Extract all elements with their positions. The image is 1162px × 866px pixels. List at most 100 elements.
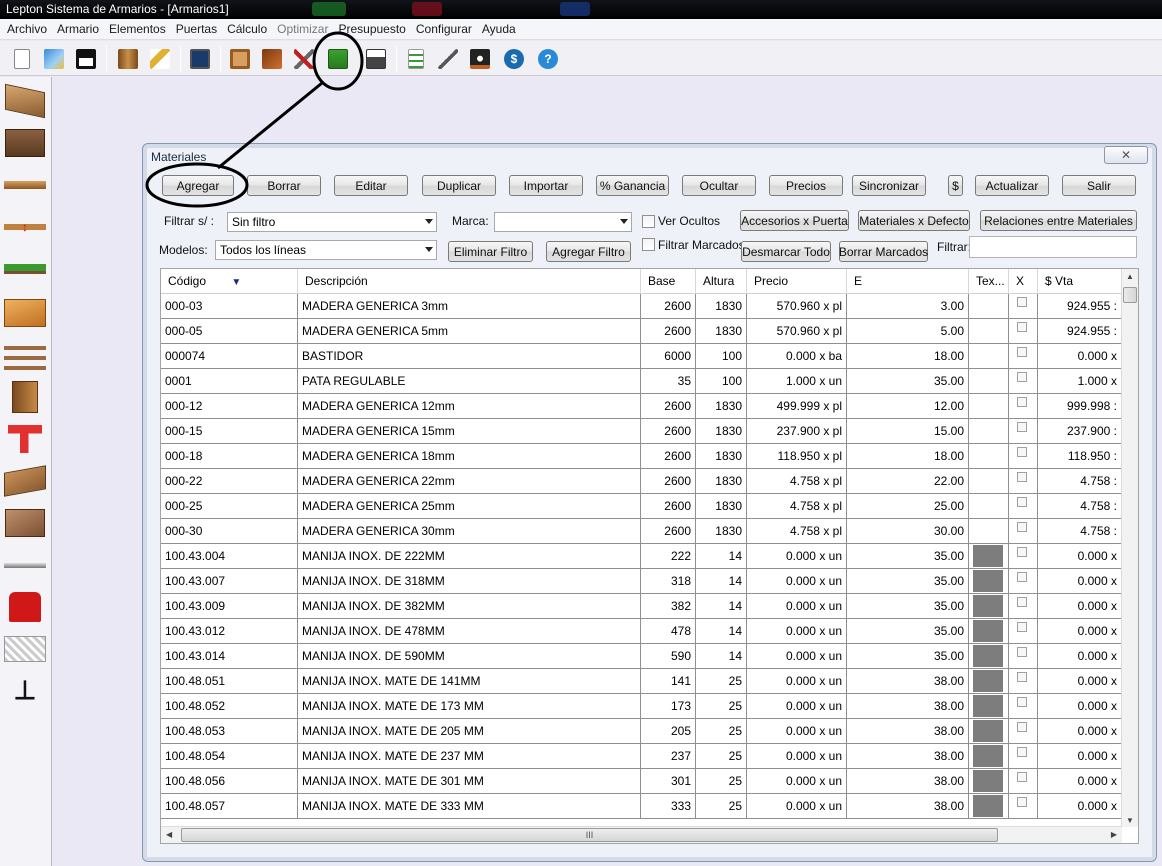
panels-icon[interactable] [258,45,286,73]
table-row[interactable]: 100.43.007 MANIJA INOX. DE 318MM 318 14 0.00… [161,569,1122,594]
save-icon[interactable] [72,45,100,73]
row-mark-checkbox[interactable] [1017,747,1027,757]
filtrar-marcados-checkbox[interactable] [642,238,655,251]
vertical-scrollbar[interactable]: ▲ ▼ [1121,269,1138,827]
cabinet-top-icon[interactable] [3,83,47,119]
table-row[interactable]: 100.43.014 MANIJA INOX. DE 590MM 590 14 0.00… [161,644,1122,669]
ocultar-button[interactable]: Ocultar [682,175,756,196]
row-mark-checkbox[interactable] [1017,472,1027,482]
table-row[interactable]: 000-25 MADERA GENERICA 25mm 2600 1830 4.758 … [161,494,1122,519]
sincronizar-button[interactable]: Sincronizar [852,175,926,196]
row-mark-checkbox[interactable] [1017,347,1027,357]
table-row[interactable]: 100.43.009 MANIJA INOX. DE 382MM 382 14 0.00… [161,594,1122,619]
scroll-up-icon[interactable]: ▲ [1126,272,1134,281]
table-row[interactable]: 000-05 MADERA GENERICA 5mm 2600 1830 570.960… [161,319,1122,344]
borrar-button[interactable]: Borrar [247,175,321,196]
row-mark-checkbox[interactable] [1017,322,1027,332]
row-mark-checkbox[interactable] [1017,797,1027,807]
table-row[interactable]: 100.48.054 MANIJA INOX. MATE DE 237 MM 237… [161,744,1122,769]
scroll-left-icon[interactable]: ◀ [166,830,172,839]
menu-presupuesto[interactable]: Presupuesto [333,22,410,36]
filtrar-combo[interactable]: Sin filtro [227,212,437,232]
duplicar-button[interactable]: Duplicar [422,175,496,196]
shirt-icon[interactable] [3,589,47,625]
agregar-button[interactable]: Agregar [162,175,234,196]
eliminar-filtro-button[interactable]: Eliminar Filtro [448,241,533,262]
table-row[interactable]: 000-22 MADERA GENERICA 22mm 2600 1830 4.758 … [161,469,1122,494]
table-row[interactable]: 100.48.056 MANIJA INOX. MATE DE 301 MM 301… [161,769,1122,794]
table-row[interactable]: 100.48.057 MANIJA INOX. MATE DE 333 MM 333… [161,794,1122,819]
stacked-shelves-icon[interactable] [3,337,47,373]
new-document-icon[interactable] [8,45,36,73]
door-panel-icon[interactable] [3,295,47,331]
relaciones-button[interactable]: Relaciones entre Materiales [980,210,1137,231]
table-row[interactable]: 100.43.004 MANIJA INOX. DE 222MM 222 14 0.00… [161,544,1122,569]
table-row[interactable]: 100.48.051 MANIJA INOX. MATE DE 141MM 141 2… [161,669,1122,694]
scroll-down-icon[interactable]: ▼ [1126,816,1134,825]
row-mark-checkbox[interactable] [1017,647,1027,657]
row-mark-checkbox[interactable] [1017,672,1027,682]
row-mark-checkbox[interactable] [1017,622,1027,632]
table-row[interactable]: 000-03 MADERA GENERICA 3mm 2600 1830 570.960… [161,294,1122,319]
borrar-marcados-button[interactable]: Borrar Marcados [839,241,928,262]
row-mark-checkbox[interactable] [1017,597,1027,607]
list-icon[interactable] [402,45,430,73]
col-vta-header[interactable]: $ Vta [1038,269,1122,294]
monitor-icon[interactable] [186,45,214,73]
frame-icon[interactable] [226,45,254,73]
ganancia-button[interactable]: % Ganancia [596,175,669,196]
menu-calculo[interactable]: Cálculo [222,22,272,36]
table-row[interactable]: 000-12 MADERA GENERICA 12mm 2600 1830 499.99… [161,394,1122,419]
scroll-right-icon[interactable]: ▶ [1111,830,1117,839]
row-mark-checkbox[interactable] [1017,522,1027,532]
close-button[interactable]: ✕ [1104,146,1148,164]
ver-ocultos-checkbox[interactable] [642,215,655,228]
height-arrows-icon[interactable]: ↕ [3,209,47,245]
horizontal-scrollbar[interactable]: ◀ III ▶ [161,826,1122,843]
col-altura-header[interactable]: Altura [696,269,747,294]
col-e-header[interactable]: E [847,269,969,294]
vertical-scroll-thumb[interactable] [1123,287,1137,303]
horizontal-scroll-thumb[interactable]: III [181,828,998,842]
col-base-header[interactable]: Base [641,269,696,294]
accesorios-button[interactable]: Accesorios x Puerta [740,210,849,231]
side-panel-icon[interactable] [3,379,47,415]
row-mark-checkbox[interactable] [1017,422,1027,432]
importar-button[interactable]: Importar [509,175,583,196]
modelos-combo[interactable]: Todos los líneas [215,240,437,260]
table-row[interactable]: 000-30 MADERA GENERICA 30mm 2600 1830 4.758 … [161,519,1122,544]
rod-icon[interactable] [3,547,47,583]
edge-band-icon[interactable] [466,45,494,73]
drawer-box-icon[interactable] [3,125,47,161]
table-row[interactable]: 000074 BASTIDOR 6000 100 0.000 x ba 18.00 0.00… [161,344,1122,369]
menu-configurar[interactable]: Configurar [411,22,477,36]
menu-ayuda[interactable]: Ayuda [477,22,521,36]
menu-optimizar[interactable]: Optimizar [272,22,333,36]
rack-icon[interactable] [3,631,47,667]
col-descripcion-header[interactable]: Descripción [298,269,641,294]
table-row[interactable]: 0001 PATA REGULABLE 35 100 1.000 x un 35.00 1.… [161,369,1122,394]
row-mark-checkbox[interactable] [1017,397,1027,407]
col-precio-header[interactable]: Precio [747,269,847,294]
menu-elementos[interactable]: Elementos [104,22,171,36]
row-mark-checkbox[interactable] [1017,772,1027,782]
print-icon[interactable] [362,45,390,73]
drawer-icon[interactable] [3,505,47,541]
salir-button[interactable]: Salir [1062,175,1136,196]
pencil-icon[interactable] [434,45,462,73]
dollar-button[interactable]: $ [948,175,963,196]
precios-button[interactable]: Precios [769,175,843,196]
table-row[interactable]: 100.48.052 MANIJA INOX. MATE DE 173 MM 173… [161,694,1122,719]
table-row[interactable]: 000-15 MADERA GENERICA 15mm 2600 1830 237.90… [161,419,1122,444]
filtrar-text-input[interactable] [969,236,1137,258]
red-bracket-icon[interactable] [3,421,47,457]
row-mark-checkbox[interactable] [1017,697,1027,707]
agregar-filtro-button[interactable]: Agregar Filtro [546,241,631,262]
measure-icon[interactable] [146,45,174,73]
actualizar-button[interactable]: Actualizar [975,175,1049,196]
col-codigo-header[interactable]: Código ▼ [161,269,298,294]
hanger-icon[interactable]: ⊥ [3,673,47,709]
table-row[interactable]: 100.43.012 MANIJA INOX. DE 478MM 478 14 0.00… [161,619,1122,644]
open-icon[interactable] [40,45,68,73]
menu-archivo[interactable]: Archivo [2,22,52,36]
